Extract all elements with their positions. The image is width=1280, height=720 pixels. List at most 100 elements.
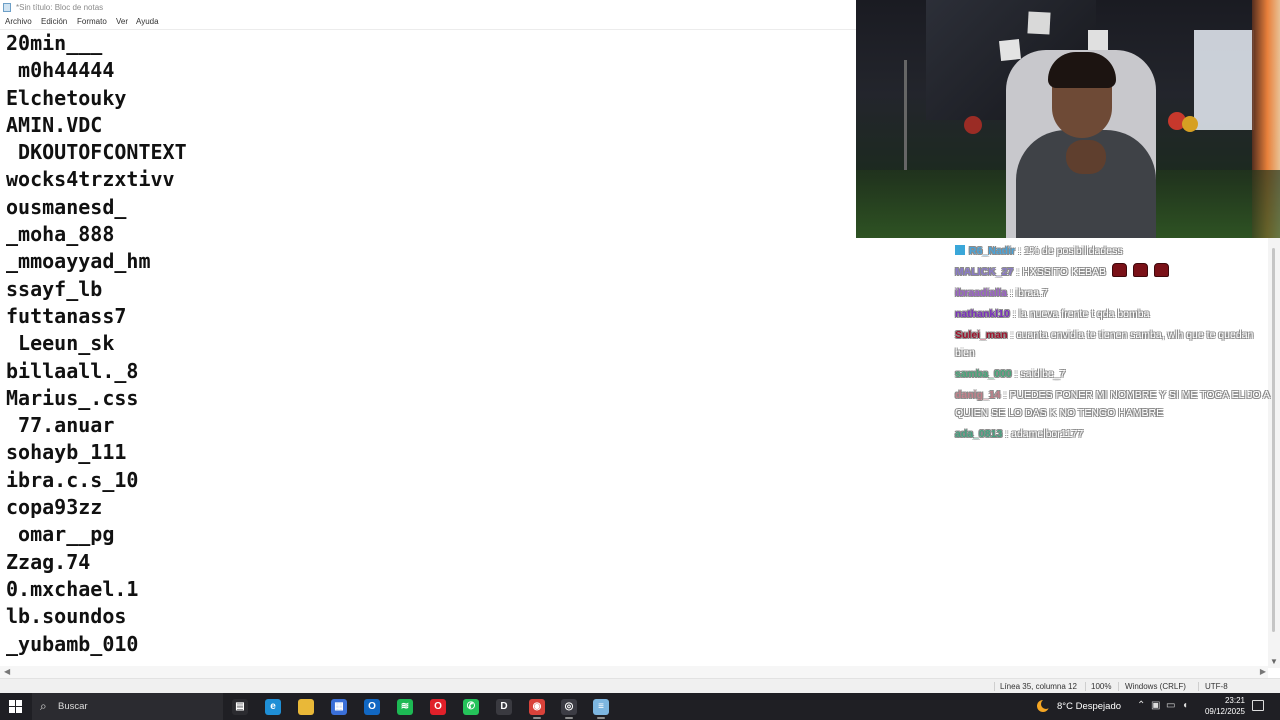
app-running-indicator: [565, 717, 573, 719]
whatsapp-icon[interactable]: ✆: [463, 699, 479, 715]
fez-emote-icon: [1133, 263, 1149, 277]
editor-line[interactable]: _moha_888: [6, 221, 187, 248]
editor-line[interactable]: Marius_.css: [6, 385, 187, 412]
edge-icon[interactable]: e: [265, 699, 281, 715]
tripod: [904, 60, 907, 170]
wall-frame: [999, 39, 1021, 61]
task-view-icon[interactable]: ▤: [232, 699, 248, 715]
chat-text: : saidibe_7: [1014, 368, 1066, 380]
chat-username: ibraadialla: [955, 287, 1007, 299]
zoom-level: 100%: [1091, 682, 1112, 691]
clock[interactable]: 23:21 09/12/2025: [1201, 695, 1245, 717]
chat-message: ada_0813: adamelbor1177: [955, 425, 1275, 443]
scroll-right-icon[interactable]: ▶: [1260, 667, 1266, 676]
editor-line[interactable]: billaall._8: [6, 358, 187, 385]
chat-text: : la nueva frente t qda bomba: [1012, 308, 1150, 320]
status-separator: [1085, 682, 1086, 691]
chat-text: : HXSSITO KEBAB: [1016, 266, 1107, 278]
editor-line[interactable]: omar__pg: [6, 521, 187, 548]
search-label: Buscar: [58, 701, 88, 712]
editor-line[interactable]: futtanass7: [6, 303, 187, 330]
chat-message: nathankl10: la nueva frente t qda bomba: [955, 305, 1275, 323]
chat-message: R6_Nadir: 1% de posibilidadess: [955, 242, 1275, 260]
background-window: [1194, 30, 1254, 130]
editor-line[interactable]: copa93zz: [6, 494, 187, 521]
line-ending: Windows (CRLF): [1125, 682, 1186, 691]
chevron-up-icon[interactable]: ⌃: [1137, 700, 1145, 711]
status-separator: [994, 682, 995, 691]
editor-line[interactable]: AMIN.VDC: [6, 112, 187, 139]
editor-text[interactable]: 20min___ m0h44444 Elchetouky AMIN.VDC DKOU…: [6, 30, 187, 658]
chrome-icon[interactable]: ◉: [529, 699, 545, 715]
editor-line[interactable]: m0h44444: [6, 57, 187, 84]
chat-username: MALICK_27: [955, 266, 1014, 278]
app-running-indicator: [597, 717, 605, 719]
cursor-position: Línea 35, columna 12: [1000, 682, 1077, 691]
store-icon[interactable]: ▦: [331, 699, 347, 715]
menu-ver[interactable]: Ver: [116, 15, 128, 29]
editor-line[interactable]: ibra.c.s_10: [6, 467, 187, 494]
scroll-left-icon[interactable]: ◀: [4, 667, 10, 676]
status-bar: Línea 35, columna 12 100% Windows (CRLF)…: [0, 678, 1280, 694]
horizontal-scrollbar[interactable]: ◀ ▶: [0, 666, 1268, 678]
editor-line[interactable]: 20min___: [6, 30, 187, 57]
menu-ayuda[interactable]: Ayuda: [136, 15, 159, 29]
editor-line[interactable]: Zzag.74: [6, 549, 187, 576]
editor-line[interactable]: _yubamb_010: [6, 631, 187, 658]
editor-line[interactable]: ssayf_lb: [6, 276, 187, 303]
network-icon[interactable]: ▭: [1166, 700, 1175, 711]
notepad-icon[interactable]: ≡: [593, 699, 609, 715]
fez-emote-icon: [1112, 263, 1128, 277]
chat-message: danig_14: PUEDES PONER MI NOMBRE Y SI ME…: [955, 386, 1275, 422]
menu-formato[interactable]: Formato: [77, 15, 107, 29]
tray-app-icon[interactable]: ▣: [1151, 700, 1160, 711]
fez-emote-icon: [1154, 263, 1170, 277]
chat-username: Sulei_man: [955, 329, 1008, 341]
weather-moon-icon: [1037, 699, 1051, 712]
taskbar: ⌕ Buscar ▤ e ▦ O ≋ O ✆ D ◉ ◎ ≡ 8°C Despejado ⌃ ▣ ▭…: [0, 693, 1280, 720]
editor-line[interactable]: ousmanesd_: [6, 194, 187, 221]
volume-icon[interactable]: ◖: [1182, 700, 1188, 711]
chat-text: : PUEDES PONER MI NOMBRE Y SI ME TOCA EL…: [955, 389, 1270, 419]
menu-archivo[interactable]: Archivo: [5, 15, 32, 29]
editor-line[interactable]: _mmoayyad_hm: [6, 248, 187, 275]
chat-username: ada_0813: [955, 428, 1003, 440]
chat-message: MALICK_27: HXSSITO KEBAB: [955, 263, 1275, 281]
status-separator: [1198, 682, 1199, 691]
editor-line[interactable]: 0.mxchael.1: [6, 576, 187, 603]
chat-message: ibraadialla: ibraa.7: [955, 284, 1275, 302]
chat-message: samba_000: saidibe_7: [955, 365, 1275, 383]
editor-line[interactable]: Elchetouky: [6, 85, 187, 112]
editor-line[interactable]: 77.anuar: [6, 412, 187, 439]
editor-line[interactable]: DKOUTOFCONTEXT: [6, 139, 187, 166]
weather-text[interactable]: 8°C Despejado: [1057, 701, 1121, 712]
search-icon: ⌕: [40, 699, 47, 713]
ball: [1182, 116, 1198, 132]
notepad-app-icon: [3, 3, 11, 12]
windows-start-icon[interactable]: [9, 700, 22, 713]
outlook-icon[interactable]: O: [364, 699, 380, 715]
app-running-indicator: [533, 717, 541, 719]
editor-line[interactable]: sohayb_111: [6, 439, 187, 466]
window-title: *Sin título: Bloc de notas: [16, 3, 104, 12]
opera-icon[interactable]: O: [430, 699, 446, 715]
chat-text: : 1% de posibilidadess: [1018, 245, 1123, 257]
spotify-icon[interactable]: ≋: [397, 699, 413, 715]
editor-line[interactable]: Leeun_sk: [6, 330, 187, 357]
taskbar-search[interactable]: ⌕ Buscar: [32, 693, 223, 720]
notification-icon[interactable]: [1252, 700, 1264, 711]
webcam-overlay: [856, 0, 1280, 238]
file-explorer-icon[interactable]: [298, 699, 314, 715]
scroll-down-icon[interactable]: ▼: [1270, 658, 1278, 666]
editor-line[interactable]: lb.soundos: [6, 603, 187, 630]
ball: [964, 116, 982, 134]
menu-edicion[interactable]: Edición: [41, 15, 67, 29]
obs-icon[interactable]: ◎: [561, 699, 577, 715]
chat-text: : adamelbor1177: [1005, 428, 1084, 440]
editor-line[interactable]: wocks4trzxtivv: [6, 166, 187, 193]
wall-frame: [1027, 11, 1051, 35]
d-app-icon[interactable]: D: [496, 699, 512, 715]
chat-username: nathankl10: [955, 308, 1010, 320]
chat-message: Sulei_man: cuanta envidia te tienen samb…: [955, 326, 1275, 362]
chat-username: R6_Nadir: [969, 245, 1016, 257]
